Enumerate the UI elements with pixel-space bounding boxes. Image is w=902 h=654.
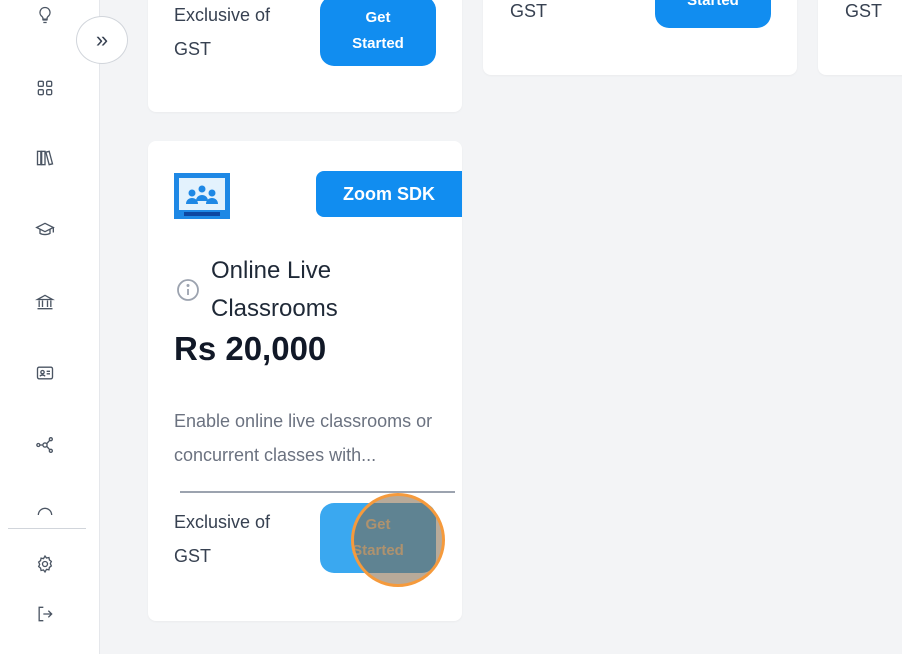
info-icon[interactable] bbox=[176, 278, 200, 302]
network-icon[interactable] bbox=[34, 434, 56, 456]
sidebar-collapse-toggle[interactable]: » bbox=[76, 16, 128, 64]
zoom-sdk-badge: Zoom SDK bbox=[316, 171, 462, 217]
gst-note: GST bbox=[845, 1, 883, 21]
settings-icon[interactable] bbox=[34, 553, 56, 575]
chevron-double-right-icon: » bbox=[95, 27, 109, 52]
card-divider bbox=[180, 491, 455, 493]
product-price: Rs 20,000 bbox=[174, 330, 327, 367]
library-icon[interactable] bbox=[34, 147, 56, 169]
get-started-button[interactable]: Started bbox=[655, 0, 771, 28]
graduation-cap-icon[interactable] bbox=[34, 219, 56, 241]
get-started-button[interactable]: Get Started bbox=[320, 0, 436, 66]
sidebar bbox=[0, 0, 100, 654]
product-description: Enable online live classrooms or concurr… bbox=[174, 411, 433, 465]
get-started-button[interactable]: Get Started bbox=[320, 503, 436, 573]
classroom-icon bbox=[174, 173, 230, 219]
product-title: Online Live Classrooms bbox=[211, 257, 338, 322]
gst-note: Exclusive of GST bbox=[174, 5, 271, 59]
logout-icon[interactable] bbox=[34, 603, 56, 625]
gst-note: Exclusive of GST bbox=[174, 512, 271, 566]
gst-note: GST bbox=[510, 1, 548, 21]
sidebar-divider bbox=[8, 528, 86, 529]
grid-icon[interactable] bbox=[34, 77, 56, 99]
id-card-icon[interactable] bbox=[34, 362, 56, 384]
lightbulb-icon[interactable] bbox=[34, 4, 56, 26]
partial-icon[interactable] bbox=[34, 505, 56, 515]
institution-icon[interactable] bbox=[34, 291, 56, 313]
button-label: Started bbox=[687, 0, 739, 9]
